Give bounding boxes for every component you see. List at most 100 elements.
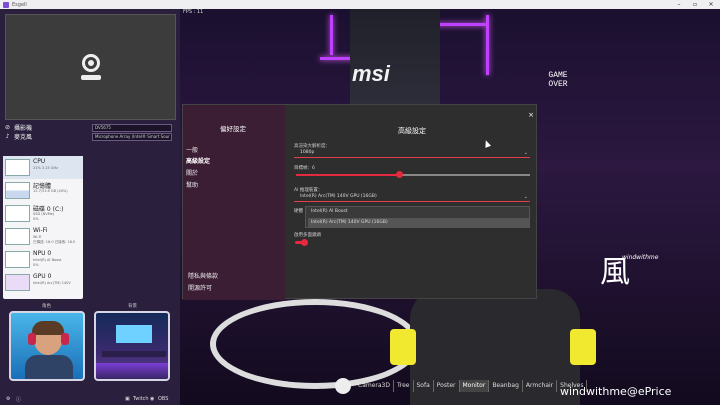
option-ai-boost[interactable]: Intel(R) AI Boost xyxy=(308,207,529,217)
source-label-character: 角色 xyxy=(42,304,51,309)
nav-about[interactable]: 關於 xyxy=(186,168,198,177)
window-title: Esgell xyxy=(12,1,27,8)
pc-tower xyxy=(350,9,440,105)
ai-device-options: Intel(R) AI Boost Intel(R) Arc(TM) 140V … xyxy=(305,206,530,228)
fps-slider[interactable] xyxy=(296,171,530,178)
perf-item-cpu[interactable]: CPU 21% 3.15 GHz xyxy=(3,156,83,179)
obs-icon[interactable]: ◉ xyxy=(150,396,154,402)
maximize-button[interactable]: ▫ xyxy=(688,0,702,9)
chevron-down-icon: ⌄ xyxy=(523,150,528,156)
toggle-knob xyxy=(301,239,308,246)
microphone-row: ♪ 麥克風 Microphone Array (Intel® Smart Sou… xyxy=(4,132,176,141)
perf-sub: Intel(R) Arc(TM) 140V xyxy=(33,281,71,285)
perf-sub: Intel(R) AI Boost xyxy=(33,258,62,262)
option-arc-gpu[interactable]: Intel(R) Arc(TM) 140V GPU (16GB) xyxy=(308,218,529,228)
webcam-icon xyxy=(80,54,101,80)
perf-sub: Wi-Fi xyxy=(33,235,42,239)
tab-monitor[interactable]: Monitor xyxy=(459,379,490,392)
twitch-icon[interactable]: ▣ xyxy=(125,396,130,402)
bottom-toolbar: ⚙ ⓘ ▣ Twitch ◉ OBS xyxy=(0,394,180,405)
perf-item-gpu[interactable]: GPU 0 Intel(R) Arc(TM) 140V xyxy=(3,271,83,294)
npu-graph xyxy=(5,251,30,268)
info-icon[interactable]: ⓘ xyxy=(16,396,21,403)
perf-sub: 12.7/31.6 GB (40%) xyxy=(33,189,68,193)
scene-object-bar: Camera3D Tree Sofa Poster Monitor Beanba… xyxy=(335,377,588,394)
nav-licenses[interactable]: 開源許可 xyxy=(188,283,212,292)
neon-light xyxy=(436,23,486,26)
disk-graph xyxy=(5,205,30,222)
perf-sub: SSD (NVMe) xyxy=(33,212,55,216)
fps-slider-fill xyxy=(296,174,399,176)
gpu-graph xyxy=(5,274,30,291)
signature: windwithme xyxy=(622,254,659,261)
neon-light xyxy=(486,15,489,75)
close-window-button[interactable]: ✕ xyxy=(704,0,718,9)
character-thumbnail[interactable] xyxy=(9,311,85,381)
msi-logo: msi xyxy=(352,61,390,86)
resolution-value: 1080p xyxy=(300,150,315,155)
tab-camera3d[interactable]: Camera3D xyxy=(355,379,394,392)
obs-label: OBS xyxy=(158,396,169,402)
microphone-icon[interactable]: ♪ xyxy=(4,133,11,140)
hardware-label: 硬體 xyxy=(294,209,303,214)
multi-camera-label: 啟用多面鏡頭 xyxy=(294,233,321,238)
microphone-device-select[interactable]: Microphone Array (Intel® Smart Sour xyxy=(92,132,172,141)
tab-shelves[interactable]: Shelves xyxy=(557,379,588,392)
preferences-sidebar: 偏好設定 一般 高級設定 關於 幫助 隱私與條款 開源許可 xyxy=(183,105,285,300)
webcam-preview[interactable] xyxy=(5,14,176,120)
minimize-button[interactable]: – xyxy=(672,0,686,9)
tab-sofa[interactable]: Sofa xyxy=(414,379,434,392)
chevron-down-icon: ⌄ xyxy=(523,194,528,200)
game-over-sign: GAME OVER xyxy=(548,71,568,89)
nav-advanced[interactable]: 高級設定 xyxy=(186,156,210,165)
settings-icon[interactable]: ⚙ xyxy=(6,396,10,402)
microphone-label: 麥克風 xyxy=(14,134,33,141)
cpu-graph xyxy=(5,159,30,176)
ai-device-dropdown[interactable]: Intel(R) Arc(TM) 140V GPU (16GB) ⌄ xyxy=(294,193,530,202)
tab-poster[interactable]: Poster xyxy=(434,379,460,392)
perf-name: Wi-Fi xyxy=(33,227,48,234)
background-thumbnail[interactable] xyxy=(94,311,170,381)
fps-counter: FPS : 11 xyxy=(183,9,204,15)
advanced-settings-title: 高級設定 xyxy=(398,127,426,135)
advanced-settings-panel: 高級設定 × 高渲染大解析度： 1080p ⌄ 目標幀：6 AI 推理裝置： I… xyxy=(285,105,538,300)
resolution-dropdown[interactable]: 1080p ⌄ xyxy=(294,149,530,158)
perf-sub2: 0% xyxy=(33,217,39,221)
perf-name: CPU xyxy=(33,158,46,165)
wifi-graph xyxy=(5,228,30,245)
camera-row: ⊘ 攝影機 DV5675 xyxy=(4,123,176,132)
app-logo-icon xyxy=(335,377,351,394)
twitch-label: Twitch xyxy=(133,396,149,402)
perf-sub: 21% 3.15 GHz xyxy=(33,166,58,170)
fps-slider-handle[interactable] xyxy=(395,171,403,178)
tab-beanbag[interactable]: Beanbag xyxy=(489,379,523,392)
left-panel: ⊘ 攝影機 DV5675 ♪ 麥克風 Microphone Array (Int… xyxy=(0,9,180,405)
camera-label: 攝影機 xyxy=(14,125,33,132)
neon-light xyxy=(330,15,333,55)
source-label-background: 背景 xyxy=(128,304,137,309)
perf-name: NPU 0 xyxy=(33,250,52,257)
perf-item-memory[interactable]: 記憶體 12.7/31.6 GB (40%) xyxy=(3,179,83,202)
memory-graph xyxy=(5,182,30,199)
nav-general[interactable]: 一般 xyxy=(186,145,198,154)
perf-name: GPU 0 xyxy=(33,273,52,280)
nav-help[interactable]: 幫助 xyxy=(186,180,198,189)
tab-tree[interactable]: Tree xyxy=(394,379,414,392)
perf-item-npu[interactable]: NPU 0 Intel(R) AI Boost 0% xyxy=(3,248,83,271)
fps-label: 目標幀：6 xyxy=(294,166,315,171)
camera-device-select[interactable]: DV5675 xyxy=(92,123,172,132)
ai-device-value: Intel(R) Arc(TM) 140V GPU (16GB) xyxy=(300,194,377,199)
perf-sub2: 0% xyxy=(33,263,39,267)
title-bar: Esgell – ▫ ✕ xyxy=(0,0,720,9)
performance-panel: CPU 21% 3.15 GHz 記憶體 12.7/31.6 GB (40%) … xyxy=(3,156,83,299)
tab-armchair[interactable]: Armchair xyxy=(523,379,558,392)
app-icon xyxy=(3,1,9,8)
perf-item-wifi[interactable]: Wi-Fi Wi-Fi 已傳送: 16.0 已接收: 16.0 xyxy=(3,225,83,248)
preferences-title: 偏好設定 xyxy=(220,125,246,133)
close-icon[interactable]: × xyxy=(528,111,534,119)
multi-camera-toggle[interactable] xyxy=(295,239,308,246)
camera-off-icon[interactable]: ⊘ xyxy=(4,124,11,131)
preferences-dialog: 偏好設定 一般 高級設定 關於 幫助 隱私與條款 開源許可 高級設定 × 高渲染… xyxy=(182,104,538,300)
perf-item-disk[interactable]: 磁碟 0 (C:) SSD (NVMe) 0% xyxy=(3,202,83,225)
nav-privacy[interactable]: 隱私與條款 xyxy=(188,271,218,280)
